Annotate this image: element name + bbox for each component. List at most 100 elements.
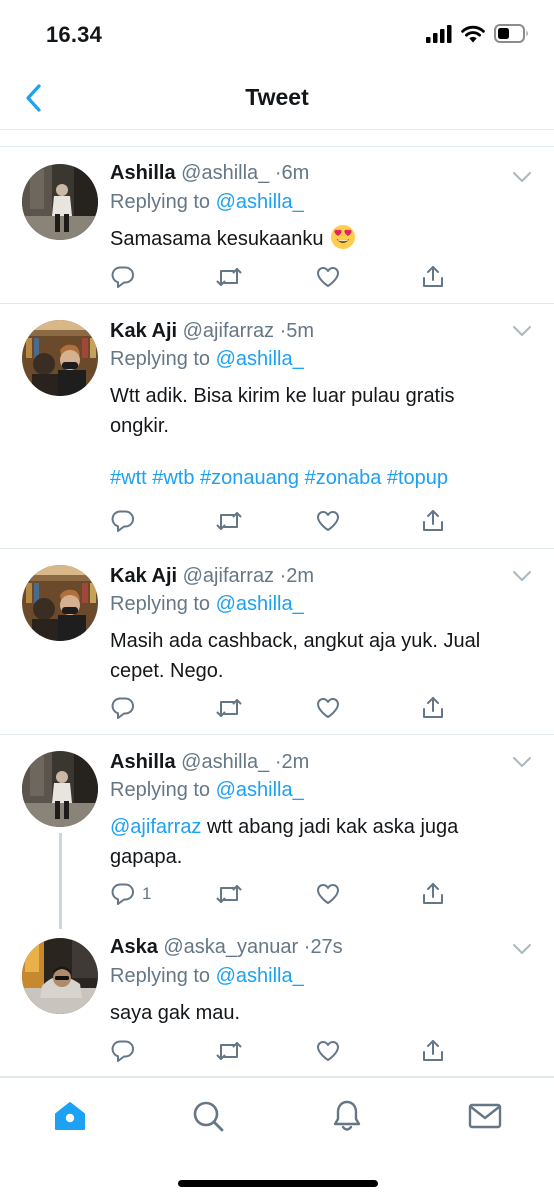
retweet-button[interactable] <box>215 264 243 290</box>
tab-messages[interactable] <box>465 1098 505 1134</box>
avatar[interactable] <box>22 938 98 1014</box>
separator-dot: · <box>274 751 282 773</box>
conversation-divider <box>0 131 554 147</box>
tab-notifications[interactable] <box>327 1098 367 1134</box>
reply-icon <box>111 697 134 719</box>
tweet[interactable]: Kak Aji @ajifarraz ·5m Replying to @ashi… <box>0 304 554 549</box>
tweet[interactable]: Ashilla @ashilla_ ·6m Replying to @ashil… <box>0 148 554 304</box>
tweet-actions <box>110 264 450 290</box>
reply-button[interactable] <box>110 695 142 721</box>
retweet-button[interactable] <box>215 881 243 907</box>
retweet-icon <box>216 268 242 286</box>
tweet-text-line: cepet. Nego. <box>110 660 224 682</box>
user-handle[interactable]: @ashilla_ <box>181 162 269 184</box>
like-button[interactable] <box>315 695 341 721</box>
tweet-header: Kak Aji @ajifarraz ·5m <box>110 320 494 343</box>
like-button[interactable] <box>315 1038 341 1064</box>
replying-to-mention[interactable]: @ashilla_ <box>216 965 304 987</box>
share-button[interactable] <box>420 695 446 721</box>
retweet-button[interactable] <box>215 1038 243 1064</box>
avatar-kak-aji <box>22 565 98 641</box>
tweet-header: Aska @aska_yanuar ·27s <box>110 936 494 959</box>
replying-to: Replying to @ashilla_ <box>110 593 304 616</box>
hashtags[interactable]: #wtt #wtb #zonauang #zonaba #topup <box>110 463 524 493</box>
tweet-actions: 1 <box>110 881 450 907</box>
cellular-signal-icon <box>426 24 452 43</box>
retweet-button[interactable] <box>215 695 243 721</box>
tab-home[interactable] <box>50 1098 90 1134</box>
display-name[interactable]: Ashilla <box>110 751 176 773</box>
share-icon <box>423 883 443 904</box>
tweet-time: 27s <box>310 936 343 958</box>
chevron-down-icon[interactable] <box>512 942 532 956</box>
avatar[interactable] <box>22 565 98 641</box>
wifi-icon <box>461 25 485 42</box>
user-handle[interactable]: @ajifarraz <box>183 565 274 587</box>
tweet-text-line: ongkir. <box>110 415 169 437</box>
replying-to: Replying to @ashilla_ <box>110 191 304 214</box>
tweet[interactable]: Aska @aska_yanuar ·27s Replying to @ashi… <box>0 922 554 1077</box>
tweet[interactable]: Kak Aji @ajifarraz ·2m Replying to @ashi… <box>0 549 554 735</box>
chevron-down-icon[interactable] <box>512 324 532 338</box>
avatar-kak-aji <box>22 320 98 396</box>
replying-to-mention[interactable]: @ashilla_ <box>216 191 304 213</box>
battery-icon <box>494 24 528 43</box>
like-button[interactable] <box>315 881 341 907</box>
reply-button[interactable] <box>110 1038 142 1064</box>
reply-button[interactable]: 1 <box>110 881 151 907</box>
retweet-button[interactable] <box>215 508 243 534</box>
reply-button[interactable] <box>110 508 142 534</box>
share-icon <box>423 1040 443 1061</box>
reply-button[interactable] <box>110 264 142 290</box>
avatar[interactable] <box>22 751 98 827</box>
display-name[interactable]: Kak Aji <box>110 320 177 342</box>
tweet-actions <box>110 695 450 721</box>
replying-to-mention[interactable]: @ashilla_ <box>216 779 304 801</box>
reply-icon <box>111 883 134 905</box>
status-time: 16.34 <box>46 22 103 47</box>
replying-to-mention[interactable]: @ashilla_ <box>216 593 304 615</box>
user-handle[interactable]: @ajifarraz <box>183 320 274 342</box>
like-button[interactable] <box>315 264 341 290</box>
replying-to-label: Replying to <box>110 348 211 370</box>
avatar-ashilla <box>22 164 98 240</box>
like-button[interactable] <box>315 508 341 534</box>
tweet-actions <box>110 508 450 534</box>
tweet-time: 2m <box>281 751 310 773</box>
share-icon <box>423 510 443 531</box>
tweet[interactable]: Ashilla @ashilla_ ·2m Replying to @ashil… <box>0 735 554 929</box>
share-button[interactable] <box>420 881 446 907</box>
nav-bar: Tweet <box>0 70 554 130</box>
display-name[interactable]: Aska <box>110 936 158 958</box>
user-handle[interactable]: @aska_yanuar <box>163 936 298 958</box>
replying-to: Replying to @ashilla_ <box>110 965 304 988</box>
chevron-down-icon[interactable] <box>512 569 532 583</box>
heart-icon <box>317 884 339 904</box>
share-icon <box>423 697 443 718</box>
retweet-icon <box>216 1042 242 1060</box>
tab-search[interactable] <box>188 1098 228 1134</box>
avatar[interactable] <box>22 320 98 396</box>
replying-to-mention[interactable]: @ashilla_ <box>216 348 304 370</box>
tweet-text: saya gak mau. <box>110 998 524 1028</box>
reply-icon <box>111 266 134 288</box>
separator-dot: · <box>274 162 282 184</box>
heart-icon <box>317 511 339 531</box>
tweet-text-line: gapapa. <box>110 846 183 868</box>
status-icons <box>426 24 530 43</box>
page-title: Tweet <box>245 84 309 110</box>
retweet-icon <box>216 699 242 717</box>
avatar[interactable] <box>22 164 98 240</box>
share-button[interactable] <box>420 1038 446 1064</box>
chevron-down-icon[interactable] <box>512 755 532 769</box>
mention-link[interactable]: @ajifarraz <box>110 816 201 838</box>
display-name[interactable]: Kak Aji <box>110 565 177 587</box>
share-button[interactable] <box>420 508 446 534</box>
share-button[interactable] <box>420 264 446 290</box>
tweet-actions <box>110 1038 450 1064</box>
avatar-aska <box>22 938 98 1014</box>
chevron-down-icon[interactable] <box>512 170 532 184</box>
heart-icon <box>317 267 339 287</box>
user-handle[interactable]: @ashilla_ <box>181 751 269 773</box>
display-name[interactable]: Ashilla <box>110 162 176 184</box>
